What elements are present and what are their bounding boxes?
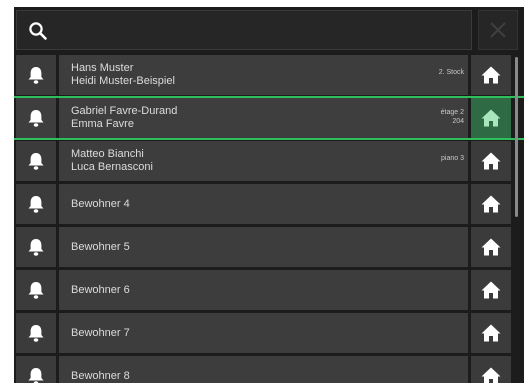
bell-icon: [28, 239, 44, 256]
home-icon: [481, 109, 501, 127]
search-bar: [14, 7, 524, 51]
bell-icon: [28, 282, 44, 299]
home-button[interactable]: [471, 98, 511, 138]
home-button[interactable]: [471, 270, 511, 310]
call-button[interactable]: [16, 313, 56, 353]
home-icon: [481, 152, 501, 170]
list-item: Bewohner 7: [14, 313, 514, 353]
home-button[interactable]: [471, 356, 511, 383]
home-icon: [481, 324, 501, 342]
resident-directory: Hans Muster Heidi Muster-Beispiel 2. Sto…: [14, 7, 524, 383]
call-button[interactable]: [16, 184, 56, 224]
call-button[interactable]: [16, 141, 56, 181]
list-item: Bewohner 5: [14, 227, 514, 267]
home-button[interactable]: [471, 227, 511, 267]
floor-text: 2. Stock: [438, 69, 464, 76]
bell-icon: [28, 368, 44, 383]
search-field[interactable]: [16, 10, 472, 50]
bell-icon: [28, 325, 44, 342]
scrollbar-thumb[interactable]: [515, 57, 518, 217]
resident-name-button[interactable]: Gabriel Favre-Durand Emma Favre étage 2 …: [59, 98, 468, 138]
floor-label: étage 2 204: [441, 108, 464, 126]
resident-names: Bewohner 7: [71, 327, 130, 340]
home-button[interactable]: [471, 184, 511, 224]
resident-name-primary: Bewohner 4: [71, 198, 130, 210]
resident-name-primary: Matteo Bianchi: [71, 148, 144, 160]
floor-text: étage 2: [440, 109, 464, 116]
bell-icon: [28, 110, 44, 127]
resident-name-primary: Gabriel Favre-Durand: [71, 105, 178, 117]
home-icon: [481, 367, 501, 383]
resident-name-primary: Bewohner 7: [71, 327, 130, 339]
home-icon: [481, 281, 501, 299]
call-button[interactable]: [16, 98, 56, 138]
resident-name-button[interactable]: Matteo Bianchi Luca Bernasconi piano 3: [59, 141, 468, 181]
home-icon: [481, 66, 501, 84]
call-button[interactable]: [16, 55, 56, 95]
close-icon: [490, 22, 506, 38]
list-item: Bewohner 4: [14, 184, 514, 224]
home-button[interactable]: [471, 55, 511, 95]
resident-name-button[interactable]: Bewohner 6: [59, 270, 468, 310]
resident-name-primary: Bewohner 8: [71, 370, 130, 382]
resident-name-primary: Bewohner 5: [71, 241, 130, 253]
resident-name-button[interactable]: Bewohner 4: [59, 184, 468, 224]
resident-names: Bewohner 6: [71, 284, 130, 297]
floor-label: piano 3: [441, 154, 464, 163]
bell-icon: [28, 153, 44, 170]
resident-names: Hans Muster Heidi Muster-Beispiel: [71, 62, 175, 88]
resident-name-button[interactable]: Bewohner 8: [59, 356, 468, 383]
call-button[interactable]: [16, 270, 56, 310]
clear-search-button[interactable]: [478, 10, 518, 50]
home-icon: [481, 238, 501, 256]
resident-name-secondary: Emma Favre: [71, 118, 134, 130]
resident-names: Bewohner 8: [71, 370, 130, 383]
resident-names: Gabriel Favre-Durand Emma Favre: [71, 105, 177, 131]
bell-icon: [28, 196, 44, 213]
home-button[interactable]: [471, 313, 511, 353]
apartment-number: 204: [452, 118, 464, 125]
floor-label: 2. Stock: [439, 68, 464, 77]
list-item: Bewohner 6: [14, 270, 514, 310]
home-icon: [481, 195, 501, 213]
list-item-selected: Gabriel Favre-Durand Emma Favre étage 2 …: [14, 96, 524, 140]
resident-name-secondary: Heidi Muster-Beispiel: [71, 75, 175, 87]
call-button[interactable]: [16, 356, 56, 383]
resident-name-button[interactable]: Bewohner 5: [59, 227, 468, 267]
list-item: Hans Muster Heidi Muster-Beispiel 2. Sto…: [14, 55, 514, 95]
bell-icon: [28, 67, 44, 84]
resident-names: Matteo Bianchi Luca Bernasconi: [71, 148, 153, 174]
floor-text: piano 3: [441, 155, 464, 162]
home-button[interactable]: [471, 141, 511, 181]
list-item: Bewohner 8: [14, 356, 514, 383]
search-icon: [29, 22, 47, 40]
list-item: Matteo Bianchi Luca Bernasconi piano 3: [14, 141, 514, 181]
resident-name-secondary: Luca Bernasconi: [71, 161, 153, 173]
resident-name-button[interactable]: Bewohner 7: [59, 313, 468, 353]
call-button[interactable]: [16, 227, 56, 267]
resident-name-button[interactable]: Hans Muster Heidi Muster-Beispiel 2. Sto…: [59, 55, 468, 95]
resident-names: Bewohner 4: [71, 198, 130, 211]
resident-name-primary: Bewohner 6: [71, 284, 130, 296]
search-input[interactable]: [57, 17, 461, 45]
resident-name-primary: Hans Muster: [71, 62, 134, 74]
resident-names: Bewohner 5: [71, 241, 130, 254]
